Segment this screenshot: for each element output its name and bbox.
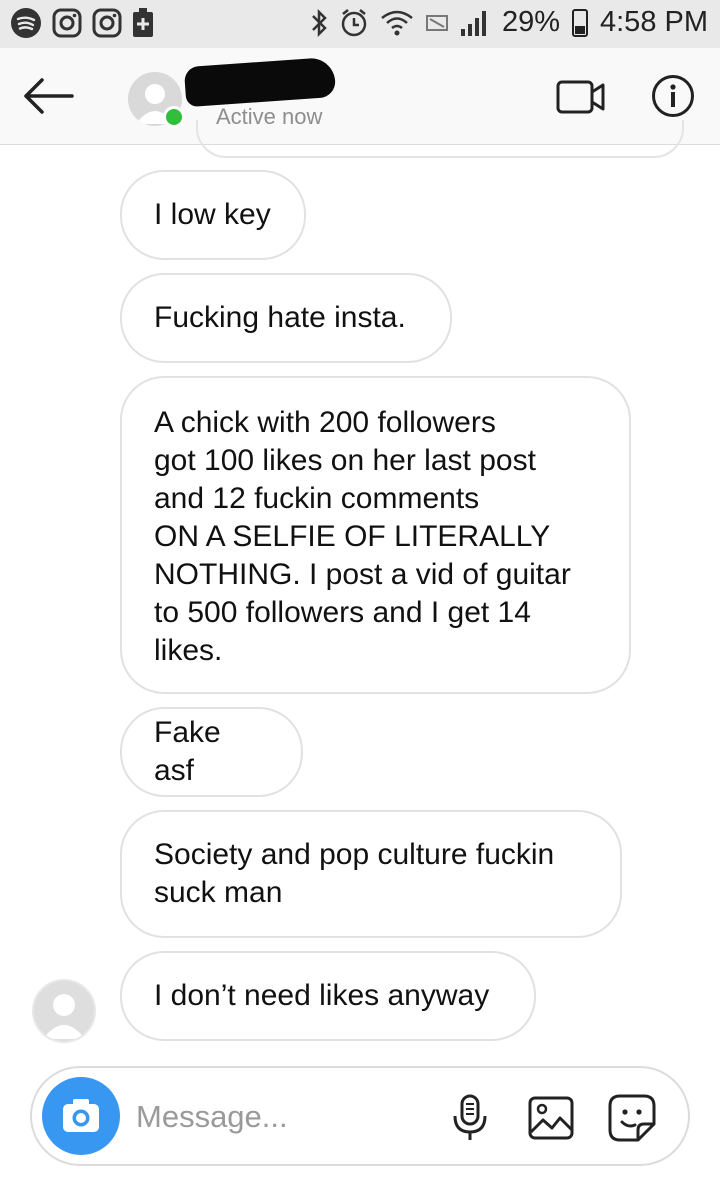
system-indicators: 29% 4:58 PM bbox=[310, 6, 708, 39]
message-bubble[interactable]: I low key bbox=[120, 170, 306, 260]
clock: 4:58 PM bbox=[600, 6, 708, 38]
message-bubble[interactable]: A chick with 200 followers got 100 likes… bbox=[120, 376, 631, 694]
status-bar: 29% 4:58 PM bbox=[0, 0, 720, 48]
no-sim-icon bbox=[425, 14, 448, 31]
gallery-icon[interactable] bbox=[528, 1096, 574, 1140]
battery-icon bbox=[572, 8, 588, 37]
sticker-icon[interactable] bbox=[608, 1094, 656, 1142]
message-input[interactable] bbox=[134, 1090, 438, 1144]
message-composer bbox=[30, 1066, 690, 1166]
wifi-icon bbox=[381, 10, 413, 35]
signal-icon bbox=[460, 10, 486, 36]
message-bubble[interactable]: Fake asf bbox=[120, 707, 303, 797]
alarm-icon bbox=[341, 8, 367, 36]
notification-icons bbox=[10, 7, 154, 39]
message-bubble[interactable]: I don’t need likes anyway bbox=[120, 951, 536, 1041]
info-icon[interactable] bbox=[651, 74, 695, 118]
bluetooth-icon bbox=[312, 8, 327, 37]
previous-message-bubble bbox=[196, 120, 684, 158]
message-bubble[interactable]: Fucking hate insta. bbox=[120, 273, 452, 363]
video-call-icon[interactable] bbox=[556, 78, 606, 116]
spotify-icon bbox=[11, 8, 41, 38]
camera-icon bbox=[63, 1099, 99, 1132]
default-avatar-icon bbox=[43, 994, 85, 1039]
camera-button[interactable] bbox=[42, 1077, 120, 1155]
active-status-dot bbox=[163, 106, 185, 128]
sender-avatar[interactable] bbox=[32, 979, 96, 1043]
battery-percentage: 29% bbox=[501, 6, 560, 38]
battery-saver-icon bbox=[133, 8, 153, 37]
instagram-icon bbox=[92, 8, 122, 38]
microphone-icon[interactable] bbox=[450, 1094, 490, 1142]
back-arrow-icon[interactable] bbox=[22, 76, 74, 116]
redacted-username[interactable] bbox=[183, 56, 337, 108]
instagram-icon bbox=[52, 8, 82, 38]
message-bubble[interactable]: Society and pop culture fuckin suck man bbox=[120, 810, 622, 938]
